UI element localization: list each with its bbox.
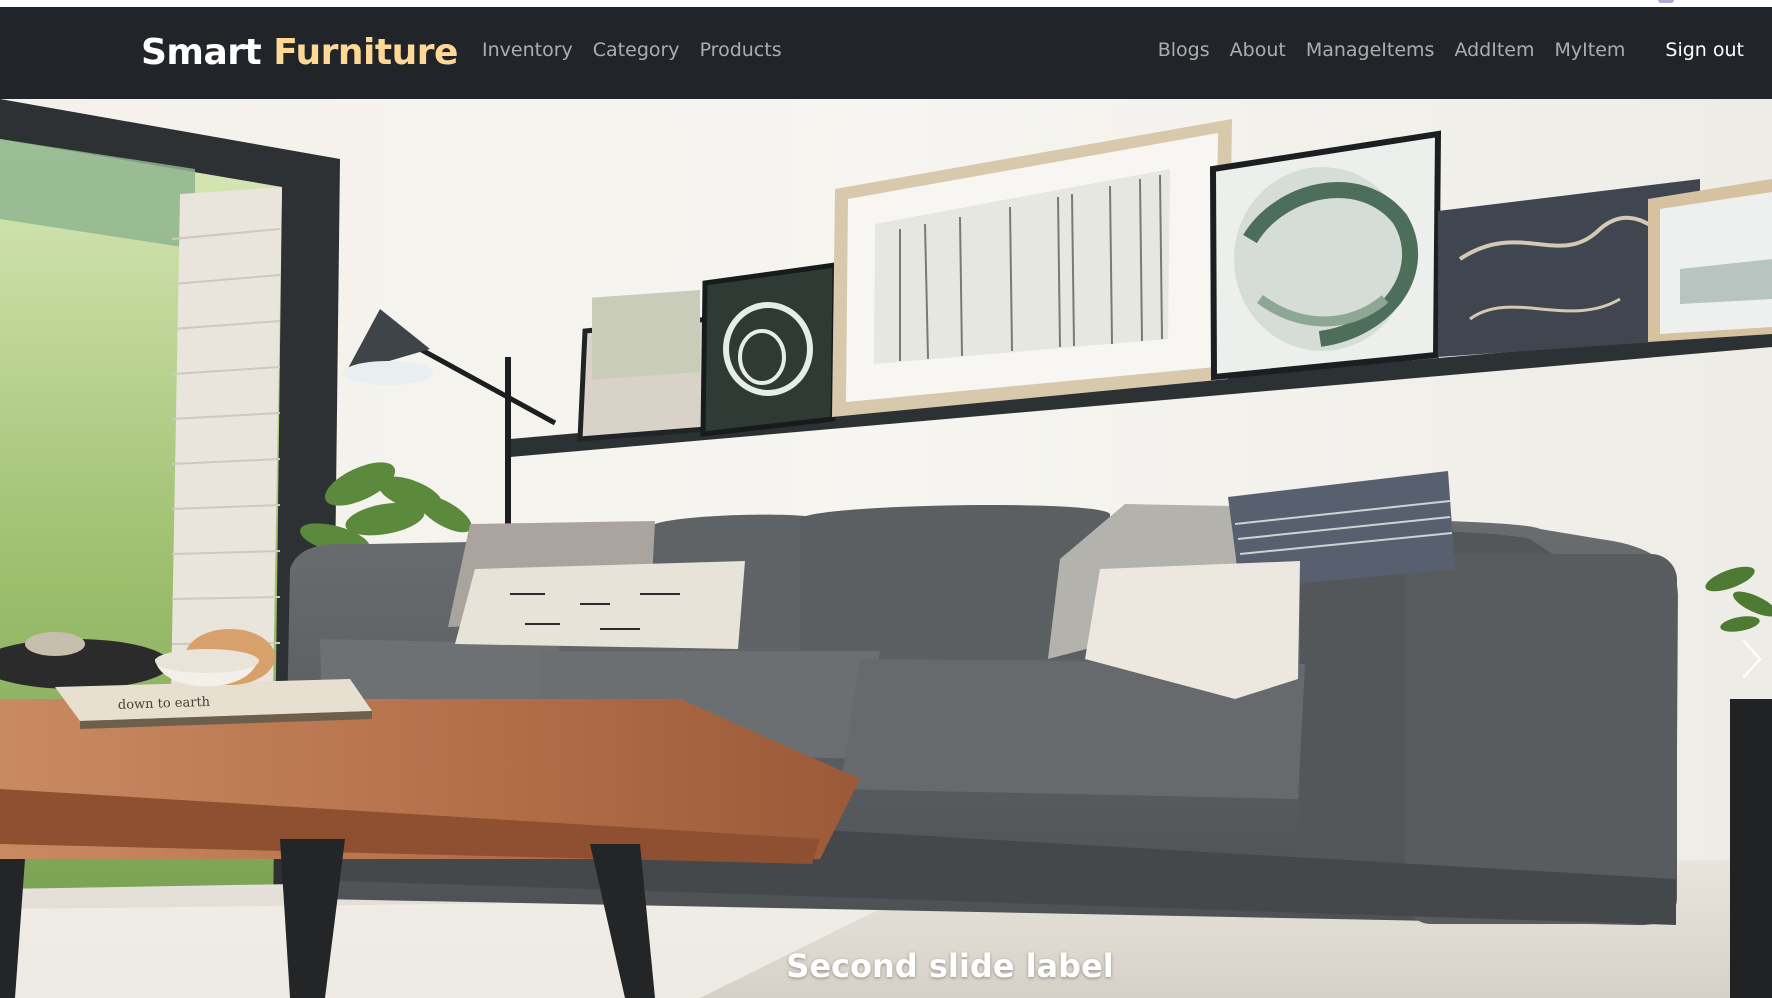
nav-link-manage-items[interactable]: ManageItems [1306,37,1435,63]
nav-right-group: Blogs About ManageItems AddItem MyItem S… [1158,37,1744,63]
nav-link-category[interactable]: Category [593,37,680,63]
browser-top-strip [0,0,1772,7]
nav-link-inventory[interactable]: Inventory [482,37,573,63]
brand-logo[interactable]: Smart Furniture [141,31,458,75]
slide-image-living-room: down to earth [0,99,1772,998]
nav-link-about[interactable]: About [1230,37,1286,63]
nav-link-my-item[interactable]: MyItem [1555,37,1626,63]
hero-carousel: down to earth Second slide label [0,99,1772,998]
page: Smart Furniture Inventory Category Produ… [0,0,1772,998]
nav-left-group: Inventory Category Products [482,37,782,63]
brand-word-furniture: Furniture [273,32,458,73]
top-strip-indicator [1658,0,1674,3]
navbar: Smart Furniture Inventory Category Produ… [0,7,1772,99]
sign-out-button[interactable]: Sign out [1665,37,1744,63]
brand-word-smart: Smart [141,32,262,73]
nav-link-blogs[interactable]: Blogs [1158,37,1210,63]
nav-link-add-item[interactable]: AddItem [1454,37,1534,63]
nav-link-products[interactable]: Products [700,37,782,63]
chevron-right-icon [1742,639,1762,679]
frame-swirl-dark [700,262,838,437]
carousel-next-button[interactable] [1732,619,1772,699]
slide-caption-label: Second slide label [786,947,1114,985]
